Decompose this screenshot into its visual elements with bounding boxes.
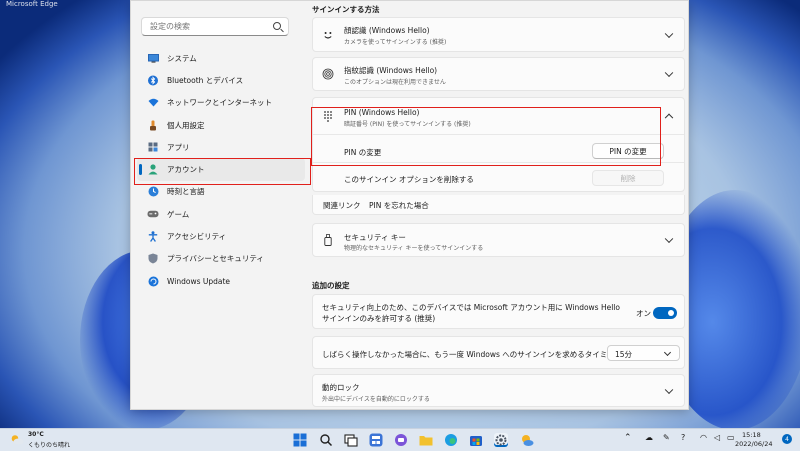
face-recognition-card[interactable]: 顔認識 (Windows Hello) カメラを使ってサインインする (推奨) [312, 17, 685, 52]
pin-remove-label: このサインイン オプションを削除する [344, 175, 474, 184]
pen-icon[interactable]: ✎ [663, 433, 670, 442]
face-subtitle: カメラを使ってサインインする (推奨) [344, 39, 447, 46]
store-icon[interactable] [469, 433, 483, 447]
start-icon[interactable] [293, 433, 307, 447]
sidebar: システム Bluetooth とデバイス ネットワークとインターネット 個人用設… [131, 1, 311, 409]
sidebar-item-accessibility[interactable]: アクセシビリティ [137, 225, 305, 247]
sidebar-item-label: システム [167, 53, 197, 63]
hello-only-line2: サインインのみを許可する (推奨) [322, 314, 436, 323]
hello-only-line1: セキュリティ向上のため、このデバイスでは Microsoft アカウント用に W… [322, 303, 620, 312]
sidebar-item-label: ゲーム [167, 209, 190, 219]
reauth-select-value: 15分 [615, 350, 633, 359]
sidebar-item-label: アクセシビリティ [167, 232, 227, 242]
clock-date[interactable]: 2022/06/24 [735, 440, 772, 448]
reauth-card: しばらく操作しなかった場合に、もう一度 Windows へのサインインを求めるタ… [312, 336, 685, 369]
battery-icon[interactable]: ▭ [727, 433, 735, 442]
forgot-pin-link[interactable]: PIN を忘れた場合 [369, 200, 429, 211]
fingerprint-icon [322, 68, 334, 80]
section-title-signin: サインインする方法 [312, 5, 380, 14]
weather-temp[interactable]: 30°C [28, 431, 44, 438]
dynamic-lock-subtitle: 外出中にデバイスを自動的にロックする [322, 396, 430, 403]
search-input[interactable] [148, 21, 262, 32]
face-icon [322, 29, 334, 41]
sidebar-item-system[interactable]: システム [137, 47, 305, 69]
sidebar-item-network[interactable]: ネットワークとインターネット [137, 92, 305, 114]
sidebar-item-gaming[interactable]: ゲーム [137, 203, 305, 225]
clock-time[interactable]: 15:18 [742, 431, 761, 439]
toggle-state-label: オン [636, 309, 651, 318]
security-key-title: セキュリティ キー [344, 233, 406, 242]
sidebar-item-label: Windows Update [167, 276, 231, 286]
weather-desc[interactable]: くもりのち晴れ [28, 440, 70, 449]
chevron-down-icon [663, 348, 672, 357]
sidebar-item-windows-update[interactable]: Windows Update [137, 270, 305, 292]
edge-icon[interactable] [444, 433, 458, 447]
dynamic-lock-title: 動的ロック [322, 383, 360, 392]
brush-icon [147, 119, 159, 131]
sidebar-item-bluetooth[interactable]: Bluetooth とデバイス [137, 69, 305, 91]
taskbar: 30°C くもりのち晴れ ⌃ ☁ ✎ ? ◠ ◁ ▭ 15:18 2022/06… [0, 428, 800, 451]
security-key-card[interactable]: セキュリティ キー 物理的なセキュリティ キーを使ってサインインする [312, 223, 685, 257]
highlight-box-accounts [134, 158, 311, 185]
monitor-icon [147, 52, 159, 64]
sidebar-item-label: アプリ [167, 142, 190, 152]
volume-icon[interactable]: ◁ [714, 433, 720, 442]
highlight-box-pin [311, 107, 661, 166]
task-view-icon[interactable] [344, 433, 358, 447]
hello-only-toggle[interactable] [653, 307, 677, 319]
security-key-subtitle: 物理的なセキュリティ キーを使ってサインインする [344, 245, 484, 252]
chevron-down-icon[interactable] [664, 234, 674, 244]
main-content: サインインする方法 顔認識 (Windows Hello) カメラを使ってサイン… [311, 1, 688, 409]
shield-icon [147, 253, 159, 265]
weather-icon[interactable] [10, 434, 24, 445]
search-icon[interactable] [319, 433, 333, 447]
reauth-select[interactable]: 15分 [607, 345, 680, 361]
sidebar-item-privacy[interactable]: プライバシーとセキュリティ [137, 248, 305, 270]
file-explorer-icon[interactable] [419, 433, 433, 447]
search-icon[interactable] [273, 22, 281, 30]
pin-remove-button[interactable]: 削除 [592, 170, 664, 186]
fingerprint-card[interactable]: 指紋認識 (Windows Hello) このオプションは現在利用できません [312, 57, 685, 91]
globe-clock-icon [147, 186, 159, 198]
wifi-icon[interactable]: ◠ [700, 433, 707, 442]
chevron-down-icon[interactable] [664, 29, 674, 38]
settings-gear-icon[interactable] [494, 433, 508, 447]
settings-window: システム Bluetooth とデバイス ネットワークとインターネット 個人用設… [130, 0, 689, 410]
section-title-additional: 追加の設定 [312, 281, 350, 290]
sidebar-item-label: プライバシーとセキュリティ [167, 254, 264, 264]
usb-key-icon [322, 234, 334, 246]
sidebar-item-personalization[interactable]: 個人用設定 [137, 114, 305, 136]
wifi-icon [147, 97, 159, 109]
sidebar-item-apps[interactable]: アプリ [137, 136, 305, 158]
weather-app-icon[interactable] [520, 433, 534, 447]
fingerprint-title: 指紋認識 (Windows Hello) [344, 66, 438, 75]
sidebar-item-label: ネットワークとインターネット [167, 98, 272, 108]
gamepad-icon [147, 208, 159, 220]
chevron-down-icon[interactable] [664, 68, 674, 78]
chat-icon[interactable] [394, 433, 408, 447]
notification-badge[interactable]: 4 [782, 434, 792, 444]
related-links-row: 関連リンク PIN を忘れた場合 [312, 195, 685, 215]
chevron-up-icon[interactable]: ⌃ [624, 433, 632, 443]
chevron-down-icon[interactable] [664, 385, 674, 394]
sidebar-item-label: 時刻と言語 [167, 187, 205, 197]
hello-only-card: セキュリティ向上のため、このデバイスでは Microsoft アカウント用に W… [312, 294, 685, 329]
apps-icon [147, 141, 159, 153]
search-box[interactable] [141, 17, 289, 36]
dynamic-lock-card[interactable]: 動的ロック 外出中にデバイスを自動的にロックする [312, 374, 685, 407]
related-links-label: 関連リンク [323, 201, 361, 210]
face-title: 顔認識 (Windows Hello) [344, 26, 430, 35]
reauth-label: しばらく操作しなかった場合に、もう一度 Windows へのサインインを求めるタ… [322, 350, 623, 359]
accessibility-icon [147, 231, 159, 243]
help-icon[interactable]: ? [681, 433, 685, 442]
widgets-icon[interactable] [369, 433, 383, 447]
chevron-up-icon[interactable] [664, 113, 674, 123]
edge-label: Microsoft Edge [6, 0, 58, 8]
update-icon [147, 275, 159, 287]
onedrive-icon[interactable]: ☁ [645, 433, 653, 442]
sidebar-item-label: 個人用設定 [167, 120, 205, 130]
fingerprint-subtitle: このオプションは現在利用できません [344, 79, 446, 86]
bluetooth-icon [147, 74, 159, 86]
sidebar-item-label: Bluetooth とデバイス [167, 75, 244, 85]
